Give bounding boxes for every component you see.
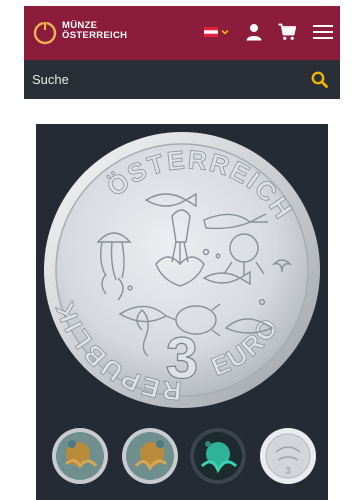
- coin-main-image[interactable]: REPUBLIK ÖSTERREICH 3 EURO: [36, 124, 328, 416]
- chevron-down-icon[interactable]: [221, 28, 229, 36]
- austria-flag-icon[interactable]: [204, 27, 218, 37]
- coin-reverse-thumb[interactable]: 3: [258, 426, 318, 486]
- product-gallery: REPUBLIK ÖSTERREICH 3 EURO 3: [36, 124, 328, 500]
- coin-denomination-value: 3: [166, 326, 198, 391]
- cart-icon[interactable]: [278, 23, 296, 41]
- site-header: MÜNZE ÖSTERREICH: [24, 6, 340, 60]
- thumbnail-strip: 3: [36, 416, 328, 500]
- octopus-coin-glow-thumb[interactable]: [188, 426, 248, 486]
- search-input[interactable]: [24, 60, 304, 99]
- search-icon[interactable]: [311, 71, 328, 88]
- search-bar: [24, 60, 340, 99]
- logo-icon[interactable]: [32, 20, 58, 46]
- logo-text[interactable]: MÜNZE ÖSTERREICH: [62, 21, 127, 41]
- user-icon[interactable]: [246, 23, 262, 41]
- svg-text:3: 3: [285, 466, 291, 477]
- octopus-coin-color-thumb[interactable]: [50, 426, 110, 486]
- hamburger-menu-icon[interactable]: [313, 24, 333, 40]
- logo-line-2: ÖSTERREICH: [62, 30, 128, 41]
- octopus-coin-color-thumb-2[interactable]: [120, 426, 180, 486]
- page: MÜNZE ÖSTERREICH Suche REPUBLIK ÖSTERREI…: [0, 0, 358, 500]
